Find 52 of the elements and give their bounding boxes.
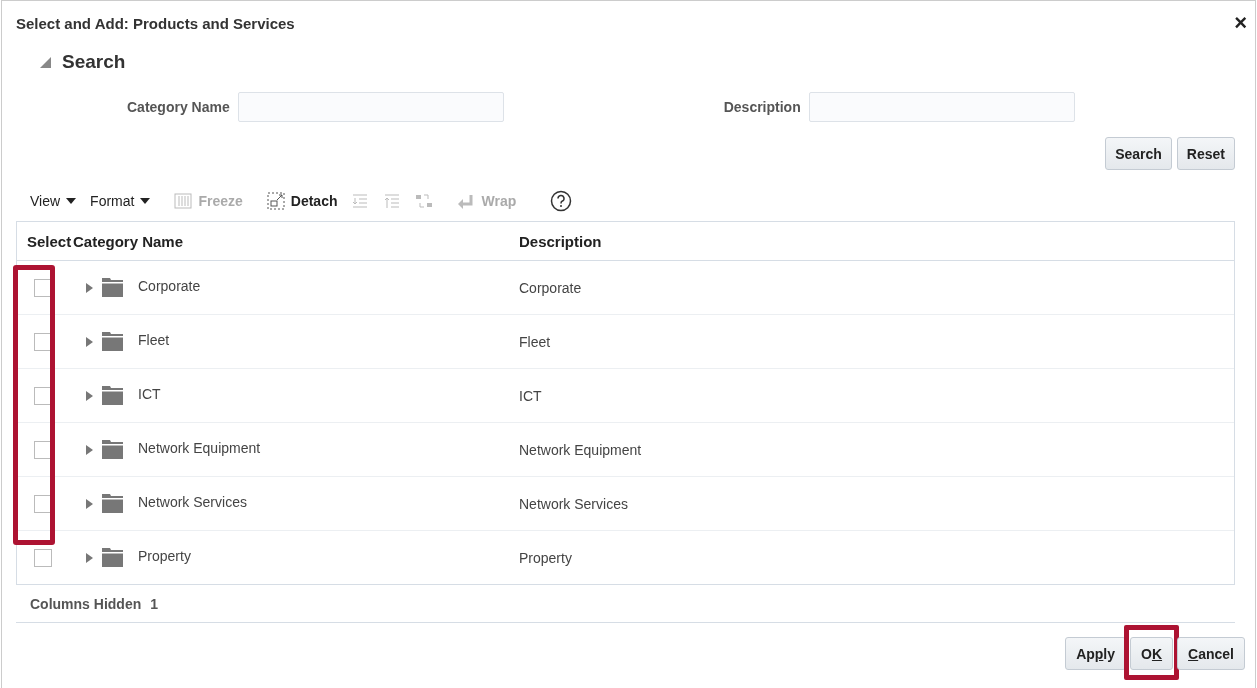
detach-icon xyxy=(266,192,285,210)
expand-triangle-icon[interactable] xyxy=(84,443,94,456)
folder-icon xyxy=(102,332,123,351)
folder-icon xyxy=(102,278,123,297)
checkbox[interactable] xyxy=(34,548,52,567)
description-cell: ICT xyxy=(519,387,542,404)
folder-icon xyxy=(102,440,123,459)
dialog-button[interactable]: OK xyxy=(1130,637,1174,670)
columns-hidden-count: 1 xyxy=(150,595,159,612)
field-label: Description xyxy=(723,99,801,115)
input-field[interactable] xyxy=(237,92,504,122)
expand-triangle-icon[interactable] xyxy=(84,497,94,510)
column-header: Category Name xyxy=(73,232,185,250)
column-header: Select xyxy=(26,232,73,250)
folder-icon xyxy=(102,386,123,405)
category-name-cell: ICT xyxy=(138,385,161,402)
field-label: Category Name xyxy=(127,99,230,115)
menu-button[interactable]: Format xyxy=(90,193,151,209)
category-name-cell: Property xyxy=(138,547,191,564)
dialog-title: Select and Add: Products and Services xyxy=(16,14,295,32)
input-field[interactable] xyxy=(808,92,1075,122)
description-cell: Network Services xyxy=(519,495,628,512)
description-cell: Corporate xyxy=(519,279,582,296)
wrap-arrow-icon xyxy=(457,193,476,209)
search-form-button[interactable]: Reset xyxy=(1176,137,1235,170)
help-icon[interactable] xyxy=(550,190,573,212)
columns-icon xyxy=(174,193,193,209)
dialog-button[interactable]: Apply xyxy=(1065,637,1127,670)
expand-triangle-icon[interactable] xyxy=(84,389,94,402)
description-cell: Network Equipment xyxy=(519,441,642,458)
collapse-triangle-icon[interactable] xyxy=(38,55,52,69)
search-heading: Search xyxy=(62,51,126,73)
search-form-button[interactable]: Search xyxy=(1105,137,1172,170)
description-cell: Fleet xyxy=(519,333,551,350)
expand-triangle-icon[interactable] xyxy=(84,335,94,348)
dialog-button[interactable]: Cancel xyxy=(1177,637,1245,670)
category-name-cell: Network Equipment xyxy=(138,439,261,456)
expand-triangle-icon[interactable] xyxy=(84,281,94,294)
detach-button[interactable]: Detach xyxy=(290,193,338,209)
category-name-cell: Network Services xyxy=(138,493,247,510)
caret-icon xyxy=(66,197,77,205)
folder-icon xyxy=(102,494,123,513)
close-button[interactable]: × xyxy=(1234,12,1247,34)
category-name-cell: Corporate xyxy=(138,277,201,294)
menu-button[interactable]: View xyxy=(30,193,77,209)
category-name-cell: Fleet xyxy=(138,331,170,348)
columns-hidden-label: Columns Hidden xyxy=(30,595,142,612)
caret-icon xyxy=(140,197,151,205)
column-header: Description xyxy=(519,232,603,250)
expand-triangle-icon[interactable] xyxy=(84,551,94,564)
folder-icon xyxy=(102,548,123,567)
description-cell: Property xyxy=(519,549,572,566)
